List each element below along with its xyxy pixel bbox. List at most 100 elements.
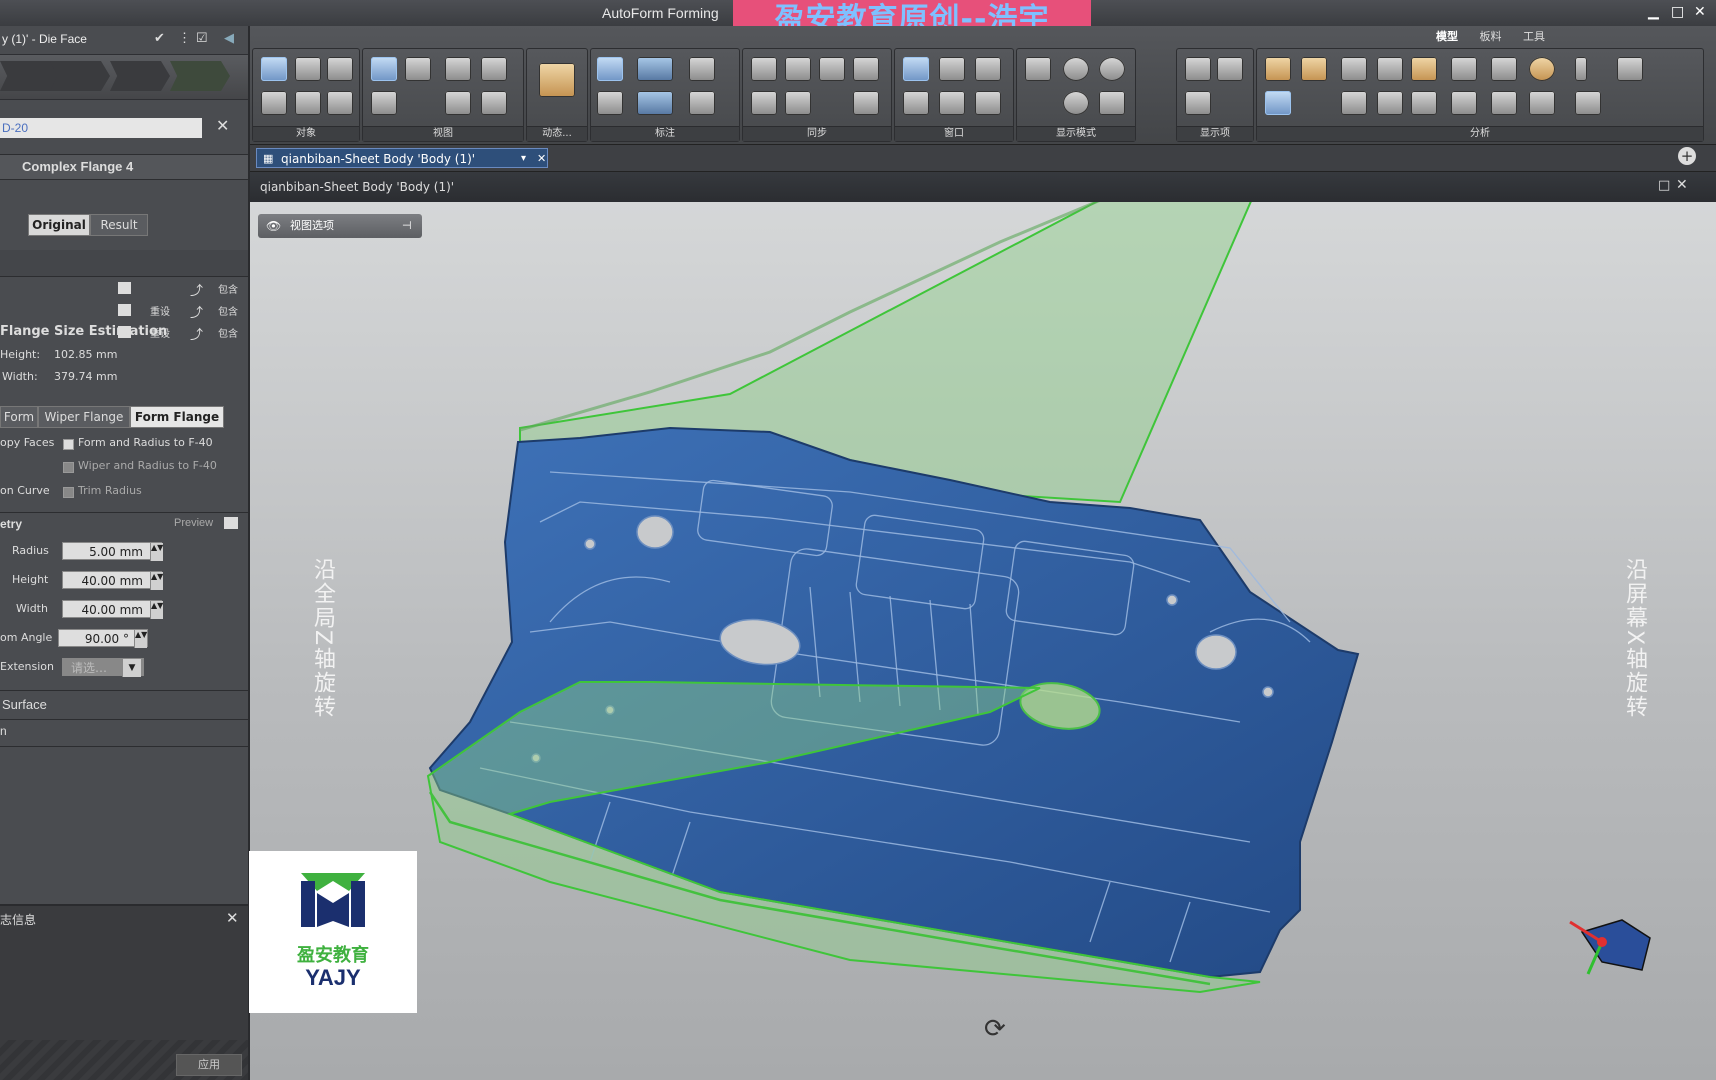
shaded-sphere-icon[interactable] bbox=[1063, 57, 1089, 81]
radius-spinner[interactable]: ▲▼ bbox=[150, 543, 163, 561]
split-vertical-icon[interactable] bbox=[939, 57, 965, 81]
outline-icon[interactable] bbox=[1099, 91, 1125, 115]
tab-tools[interactable]: 工具 bbox=[1523, 30, 1545, 43]
height-input[interactable]: 40.00 mm bbox=[62, 571, 162, 589]
marker-icon[interactable] bbox=[689, 91, 715, 115]
trim-radius-checkbox[interactable] bbox=[63, 487, 74, 498]
shell-icon[interactable] bbox=[295, 91, 321, 115]
checklist-icon[interactable]: ☑ bbox=[196, 30, 208, 46]
analysis-split-icon[interactable] bbox=[1411, 91, 1437, 115]
tab-sheet[interactable]: 板料 bbox=[1480, 30, 1502, 43]
3d-viewport[interactable]: 视图选项 👁 ⊣ 沿全局Z轴旋转 沿屏幕X轴旋转 ⟳ bbox=[250, 202, 1716, 1080]
display-axis-icon[interactable] bbox=[1185, 91, 1211, 115]
analysis-envelope-icon[interactable] bbox=[1377, 91, 1403, 115]
analysis-part-icon[interactable] bbox=[1265, 57, 1291, 81]
surface-icon[interactable] bbox=[261, 91, 287, 115]
sync-view-icon[interactable] bbox=[785, 91, 811, 115]
close-icon[interactable]: ✕ bbox=[1694, 4, 1706, 20]
pan-icon[interactable] bbox=[371, 91, 397, 115]
analysis-graph-icon[interactable] bbox=[1529, 91, 1555, 115]
view-options-button[interactable]: 视图选项 👁 ⊣ bbox=[258, 214, 422, 238]
analysis-sphere-icon[interactable] bbox=[1529, 57, 1555, 81]
analysis-cone-icon[interactable] bbox=[1451, 91, 1477, 115]
tile-window-icon[interactable] bbox=[975, 91, 1001, 115]
zoom-icon[interactable] bbox=[445, 57, 471, 81]
unlink-icon[interactable] bbox=[853, 91, 879, 115]
pin-icon[interactable]: ⋮ bbox=[178, 30, 191, 46]
analysis-direction-icon[interactable] bbox=[1411, 57, 1437, 81]
wire-sphere-icon[interactable] bbox=[1099, 57, 1125, 81]
clock-icon[interactable] bbox=[751, 91, 777, 115]
camera-icon[interactable] bbox=[481, 57, 507, 81]
close-viewport-icon[interactable]: ✕ bbox=[1676, 177, 1688, 193]
close-log-icon[interactable]: ✕ bbox=[226, 909, 239, 927]
annotate-icon[interactable] bbox=[689, 57, 715, 81]
radius-input[interactable]: 5.00 mm bbox=[62, 542, 162, 560]
width-input[interactable]: 40.00 mm bbox=[62, 600, 162, 618]
fit-view-icon[interactable] bbox=[405, 57, 431, 81]
collapse-icon[interactable]: ◀ bbox=[224, 30, 234, 46]
label-icon[interactable] bbox=[597, 91, 623, 115]
label-sync-icon[interactable] bbox=[785, 57, 811, 81]
single-window-icon[interactable] bbox=[903, 57, 929, 81]
analysis-section-icon[interactable] bbox=[1341, 57, 1367, 81]
original-toggle[interactable]: Original bbox=[28, 214, 90, 236]
chevron-down-icon[interactable]: ▾ bbox=[521, 149, 526, 169]
result-toggle[interactable]: Result bbox=[90, 214, 148, 236]
tab-form-flange[interactable]: Form Flange bbox=[130, 406, 224, 428]
maximize-viewport-icon[interactable]: □ bbox=[1658, 178, 1670, 193]
step-binder-icon[interactable] bbox=[50, 61, 110, 91]
reset-label[interactable]: 重设 bbox=[150, 303, 170, 318]
analysis-pin-icon[interactable] bbox=[1377, 57, 1403, 81]
die-face-icon[interactable] bbox=[295, 57, 321, 81]
rotate-icon[interactable]: ⟳ bbox=[984, 1014, 1006, 1044]
view-settings-icon[interactable] bbox=[481, 91, 507, 115]
tab-wiper-flange[interactable]: Wiper Flange bbox=[38, 406, 130, 428]
axis-view-icon[interactable] bbox=[371, 57, 397, 81]
analysis-probe-icon[interactable] bbox=[1575, 57, 1587, 81]
measure-icon[interactable] bbox=[637, 57, 673, 81]
analysis-box-icon[interactable] bbox=[1575, 91, 1601, 115]
width-spinner[interactable]: ▲▼ bbox=[150, 601, 163, 619]
minimize-icon[interactable]: ▁ bbox=[1648, 4, 1659, 20]
tab-model[interactable]: 模型 bbox=[1436, 30, 1458, 43]
solid-icon[interactable] bbox=[327, 91, 353, 115]
preview-icon[interactable] bbox=[224, 517, 238, 529]
n-section[interactable]: n bbox=[0, 718, 248, 747]
cascade-window-icon[interactable] bbox=[975, 57, 1001, 81]
apply-button[interactable]: 应用 bbox=[176, 1054, 242, 1076]
analysis-active-icon[interactable] bbox=[1265, 91, 1291, 115]
step-monitor-icon[interactable] bbox=[110, 61, 170, 91]
analysis-draw-icon[interactable] bbox=[1301, 57, 1327, 81]
analysis-arrow-icon[interactable] bbox=[1617, 57, 1643, 81]
mesh-dots-icon[interactable] bbox=[1025, 57, 1051, 81]
link-icon[interactable] bbox=[853, 57, 879, 81]
form-radius-checkbox[interactable] bbox=[63, 439, 74, 450]
chevron-down-icon[interactable]: ▼ bbox=[122, 659, 141, 677]
select-object-icon[interactable] bbox=[261, 57, 287, 81]
step-die-icon[interactable] bbox=[0, 61, 60, 91]
feature-tab[interactable]: D-20 bbox=[0, 118, 202, 138]
mesh-sphere-icon[interactable] bbox=[1063, 91, 1089, 115]
analysis-face-icon[interactable] bbox=[1341, 91, 1367, 115]
document-tab[interactable]: qianbiban-Sheet Body 'Body (1)' ▦ ▾ ✕ bbox=[256, 148, 548, 168]
four-window-icon[interactable] bbox=[939, 91, 965, 115]
angle-spinner[interactable]: ▲▼ bbox=[134, 630, 147, 648]
height-spinner[interactable]: ▲▼ bbox=[150, 572, 163, 590]
add-tab-icon[interactable]: + bbox=[1678, 147, 1696, 165]
pointer-icon[interactable] bbox=[597, 57, 623, 81]
tab-form[interactable]: Form bbox=[0, 406, 38, 428]
step-result-icon[interactable] bbox=[170, 61, 230, 91]
sheet-icon[interactable] bbox=[327, 57, 353, 81]
frame-icon[interactable] bbox=[445, 91, 471, 115]
maximize-icon[interactable]: □ bbox=[1671, 4, 1684, 20]
close-tab-icon[interactable]: ✕ bbox=[216, 116, 229, 136]
check-icon[interactable]: ✔ bbox=[154, 30, 165, 46]
split-horizontal-icon[interactable] bbox=[903, 91, 929, 115]
eye-icon[interactable] bbox=[118, 304, 131, 316]
display-normal-icon[interactable] bbox=[1217, 57, 1243, 81]
wiper-radius-checkbox[interactable] bbox=[63, 462, 74, 473]
analysis-flow-icon[interactable] bbox=[1491, 57, 1517, 81]
list-sync-icon[interactable] bbox=[819, 57, 845, 81]
video-icon[interactable] bbox=[751, 57, 777, 81]
